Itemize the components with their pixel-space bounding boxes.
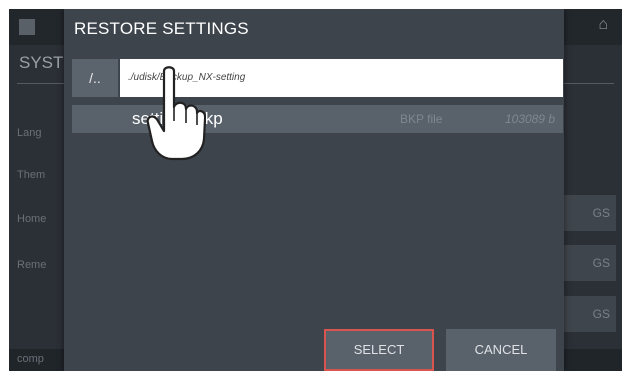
- restore-settings-dialog: RESTORE SETTINGS /.. ./udisk/Backup_NX-s…: [64, 9, 564, 371]
- parent-directory-button[interactable]: /..: [72, 59, 118, 97]
- dialog-title: RESTORE SETTINGS: [74, 19, 249, 38]
- background-label-language: Lang: [17, 127, 42, 139]
- background-settings-button-3[interactable]: GS: [561, 296, 616, 332]
- file-size: 103089 b: [504, 112, 555, 126]
- background-page-title: SYST: [19, 53, 64, 72]
- device-screen: ⌂ SYST Lang Them Home Reme GS GS GS comp…: [9, 9, 622, 371]
- background-settings-button-1[interactable]: GS: [561, 195, 616, 231]
- pointing-hand-icon: [146, 66, 206, 161]
- menu-icon[interactable]: [19, 19, 35, 35]
- home-icon[interactable]: ⌂: [598, 15, 608, 35]
- file-type: BKP file: [400, 112, 443, 126]
- background-label-theme: Them: [17, 169, 46, 181]
- background-settings-button-2[interactable]: GS: [561, 245, 616, 281]
- background-label-remember: Reme: [17, 259, 47, 271]
- footer-text: comp: [17, 353, 44, 365]
- background-label-home: Home: [17, 213, 47, 225]
- cancel-button[interactable]: CANCEL: [446, 329, 556, 371]
- select-button[interactable]: SELECT: [324, 329, 434, 371]
